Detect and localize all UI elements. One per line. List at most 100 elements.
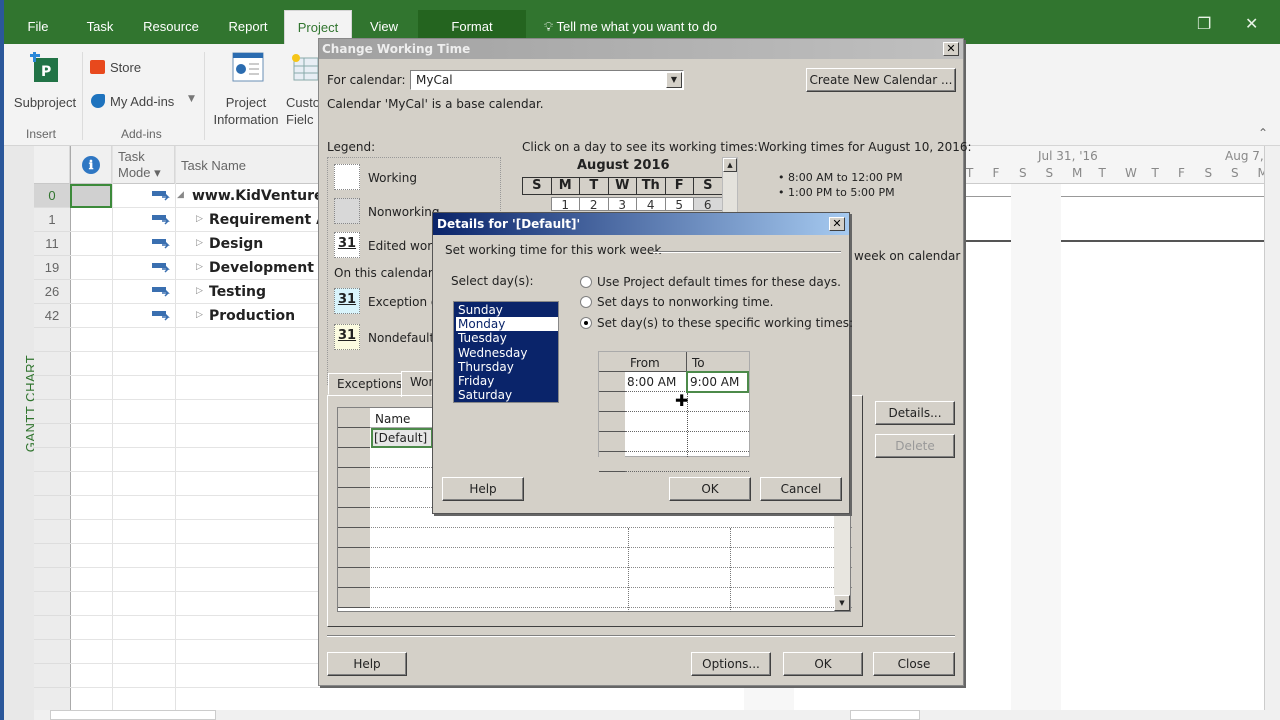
empty-task-row[interactable] [70,592,334,616]
task-name[interactable]: Development [209,256,314,280]
tab-resource[interactable]: Resource [136,10,206,44]
working-times-grid[interactable]: From To 8:00 AM 9:00 AM [598,351,750,472]
my-addins-button[interactable]: My Add-ins ▼ [90,92,200,112]
task-name[interactable]: www.KidVenture [192,184,323,208]
details-help-button[interactable]: Help [442,477,524,501]
project-information-button[interactable]: Project Information [208,50,284,127]
expand-icon[interactable]: ▷ [196,310,203,320]
collapse-ribbon-icon[interactable]: ⌃ [1258,126,1268,140]
scroll-thumb[interactable] [850,710,920,720]
empty-task-row[interactable] [70,688,334,712]
day-option[interactable]: Thursday [456,360,558,374]
option-default-times[interactable]: Use Project default times for these days… [597,275,841,289]
radio-default-times[interactable] [580,276,592,288]
empty-task-row[interactable] [70,328,334,352]
task-row[interactable]: ▷ Production [70,304,334,328]
close-icon[interactable]: ✕ [943,42,959,56]
option-nonworking[interactable]: Set days to nonworking time. [597,295,773,309]
selected-cell[interactable] [70,184,112,208]
calendar-day[interactable]: 4 [636,197,666,212]
calendar-day[interactable]: 5 [664,197,694,212]
selected-cell[interactable]: [Default] [371,428,433,448]
empty-task-row[interactable] [70,520,334,544]
empty-task-row[interactable] [70,448,334,472]
empty-task-row[interactable] [70,664,334,688]
help-button[interactable]: Help [327,652,407,676]
empty-task-row[interactable] [70,424,334,448]
day-listbox[interactable]: Sunday Monday Tuesday Wednesday Thursday Frid… [453,301,559,403]
options-button[interactable]: Options... [691,652,771,676]
row-number[interactable]: 19 [34,256,70,280]
gantt-vertical-scrollbar[interactable] [1264,146,1280,710]
close-icon[interactable]: ✕ [829,217,845,231]
row-number[interactable]: 11 [34,232,70,256]
calendar-day[interactable]: 3 [607,197,637,212]
store-button[interactable]: Store [90,58,170,78]
empty-time-row[interactable] [625,471,749,472]
calendar-select[interactable]: MyCal ▼ [410,70,684,90]
day-option[interactable]: Friday [456,374,558,388]
task-row[interactable]: ▷ Design [70,232,334,256]
empty-work-week-row[interactable] [338,528,852,548]
collapse-icon[interactable]: ◢ [177,190,184,200]
chevron-down-icon[interactable]: ▼ [666,72,682,88]
tab-task[interactable]: Task [78,10,122,44]
calendar-day[interactable]: 2 [579,197,609,212]
row-number[interactable]: 42 [34,304,70,328]
empty-task-row[interactable] [70,376,334,400]
from-cell[interactable]: 8:00 AM [625,372,687,392]
details-cancel-button[interactable]: Cancel [760,477,842,501]
details-ok-button[interactable]: OK [669,477,751,501]
day-option[interactable]: Tuesday [456,331,558,345]
day-option[interactable]: Sunday [456,303,558,317]
row-number[interactable]: 26 [34,280,70,304]
scroll-thumb[interactable] [50,710,216,720]
ok-button[interactable]: OK [783,652,863,676]
expand-icon[interactable]: ▷ [196,286,203,296]
tab-report[interactable]: Report [220,10,276,44]
empty-task-row[interactable] [70,544,334,568]
row-number[interactable]: 0 [34,184,70,208]
empty-task-row[interactable] [70,568,334,592]
to-cell-editing[interactable]: 9:00 AM [686,371,749,393]
task-mode-column-header[interactable]: Task Mode ▾ [112,146,175,184]
select-all-corner[interactable] [34,146,70,184]
restore-icon[interactable]: ❐ [1197,14,1211,33]
task-name[interactable]: Design [209,232,263,256]
task-name-column-header[interactable]: Task Name [175,146,334,184]
task-name[interactable]: Testing [209,280,266,304]
indicators-column-header[interactable]: ℹ [70,146,112,184]
custom-fields-button[interactable]: Custo Fielc [286,50,322,126]
task-name[interactable]: Requirement An [209,208,334,232]
empty-work-week-row[interactable] [338,588,852,608]
delete-button[interactable]: Delete [875,434,955,458]
empty-task-row[interactable] [70,616,334,640]
empty-work-week-row[interactable] [338,548,852,568]
day-option[interactable]: Wednesday [456,346,558,360]
task-row[interactable]: ▷ Development [70,256,334,280]
empty-task-row[interactable] [70,400,334,424]
row-number[interactable]: 1 [34,208,70,232]
tab-file[interactable]: File [18,10,58,44]
details-button[interactable]: Details... [875,401,955,425]
scroll-down-icon[interactable]: ▼ [834,595,850,611]
calendar-scrollbar[interactable]: ▲ [722,157,738,213]
day-option[interactable]: Monday [456,317,558,332]
close-window-icon[interactable]: ✕ [1245,14,1258,33]
calendar-day[interactable]: 6 [693,197,723,212]
task-row[interactable]: ▷ Testing [70,280,334,304]
empty-task-row[interactable] [70,496,334,520]
empty-task-row[interactable] [70,352,334,376]
calendar-day[interactable]: 1 [550,197,580,212]
close-button[interactable]: Close [873,652,955,676]
task-row[interactable]: ▷ Requirement An [70,208,334,232]
scroll-up-icon[interactable]: ▲ [723,158,737,172]
empty-task-row[interactable] [70,640,334,664]
radio-nonworking[interactable] [580,296,592,308]
task-name[interactable]: Production [209,304,295,328]
expand-icon[interactable]: ▷ [196,262,203,272]
subproject-button[interactable]: P Subproject [8,50,80,120]
day-option[interactable]: Saturday [456,388,558,402]
task-row[interactable]: ◢ www.KidVenture [70,184,334,208]
expand-icon[interactable]: ▷ [196,214,203,224]
